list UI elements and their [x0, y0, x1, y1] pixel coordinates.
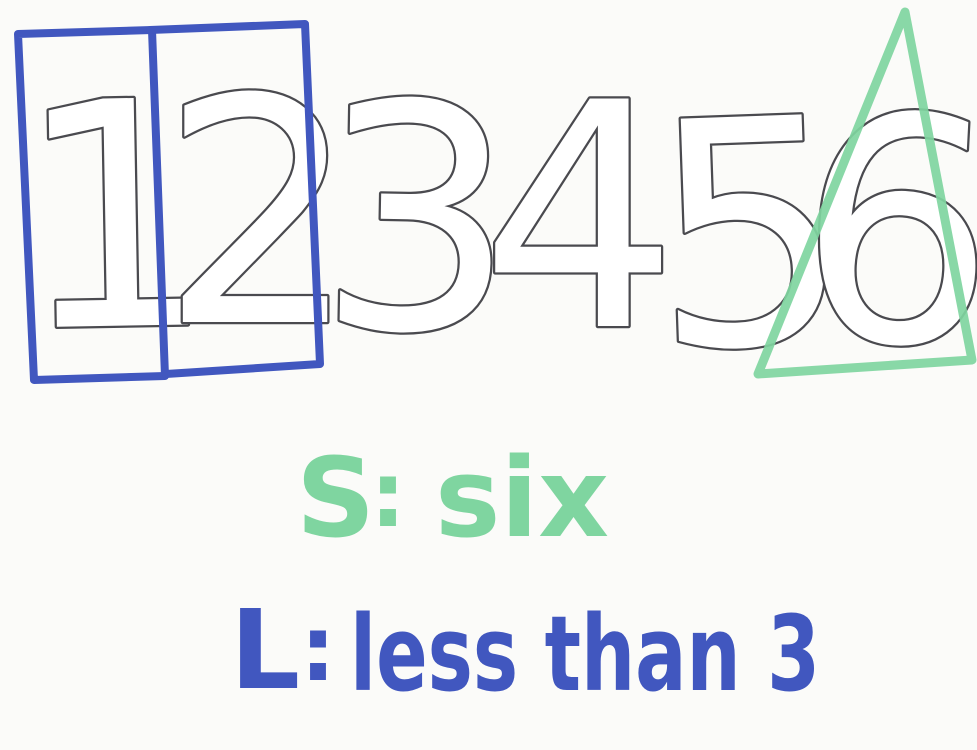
caption-large-separator: :	[300, 597, 336, 702]
caption-small-separator: :	[370, 443, 406, 548]
caption-small: S : six	[296, 434, 609, 562]
caption-large-text: less than 3	[350, 593, 820, 715]
caption-large-letter: L	[230, 586, 300, 714]
caption-small-letter: S	[296, 434, 375, 562]
caption-large: L : less than 3	[230, 586, 820, 715]
caption-small-text: six	[435, 434, 609, 562]
hand-drawn-number-sheet: 1 2 3 4 5 6 S : six L : less than 3	[0, 0, 977, 750]
